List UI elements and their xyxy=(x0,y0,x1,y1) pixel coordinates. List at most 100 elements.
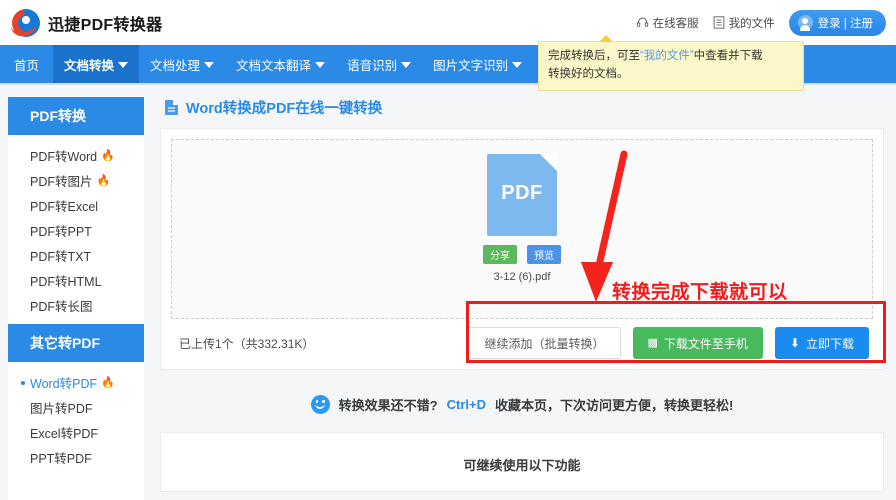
tooltip-text-a: 完成转换后，可至 xyxy=(548,50,640,62)
tooltip-line-1: 完成转换后，可至“我的文件”中查看并下载 xyxy=(548,48,794,66)
user-avatar-icon xyxy=(798,15,813,30)
site-header: 迅捷PDF转换器 在线客服 我的文件 xyxy=(0,0,896,45)
page-title-text: Word转换成PDF在线一键转换 xyxy=(186,97,382,118)
chevron-down-icon xyxy=(118,62,128,68)
sidebar-item-label: Word转PDF xyxy=(30,373,97,392)
sidebar-item-label: PDF转图片 xyxy=(30,171,93,190)
nav-item-doc-process[interactable]: 文档处理 xyxy=(139,45,225,83)
action-button-row: 继续添加（批量转换） ▩ 下载文件至手机 ⬇ 立即下载 xyxy=(468,327,869,359)
nav-label: 文档处理 xyxy=(150,55,200,74)
sidebar-item-excel-to-pdf[interactable]: Excel转PDF xyxy=(8,420,144,445)
fire-icon: 🔥 xyxy=(101,376,115,389)
continue-add-label: 继续添加（批量转换） xyxy=(484,335,604,352)
share-button[interactable]: 分享 xyxy=(483,245,517,264)
upload-card-footer: 已上传1个（共332.31K） 继续添加（批量转换） ▩ 下载文件至手机 ⬇ 立… xyxy=(161,317,883,369)
nav-label: 语音识别 xyxy=(347,55,397,74)
chevron-down-icon xyxy=(315,62,325,68)
upload-card: PDF 分享 预览 3-12 (6).pdf 已上传1个（共332.31K） 继… xyxy=(160,128,884,370)
nav-label: 首页 xyxy=(14,55,39,74)
pdf-type-label: PDF xyxy=(487,182,557,205)
file-list-icon xyxy=(713,16,725,29)
chevron-down-icon xyxy=(401,62,411,68)
sidebar-item-pdf-to-ppt[interactable]: PDF转PPT xyxy=(8,218,144,243)
more-features-card: 可继续使用以下功能 xyxy=(160,432,884,492)
sidebar-item-image-to-pdf[interactable]: 图片转PDF xyxy=(8,395,144,420)
app-root: 迅捷PDF转换器 在线客服 我的文件 xyxy=(0,0,896,500)
bookmark-prompt: 转换效果还不错? Ctrl+D 收藏本页，下次访问更方便，转换更轻松! xyxy=(160,384,884,424)
online-service-label: 在线客服 xyxy=(653,15,699,31)
tooltip-arrow-icon xyxy=(599,35,613,42)
nav-label: 图片文字识别 xyxy=(433,55,508,74)
sidebar-item-label: PDF转TXT xyxy=(30,246,91,265)
chevron-down-icon xyxy=(512,62,522,68)
nav-label: 文档文本翻译 xyxy=(236,55,311,74)
chevron-down-icon xyxy=(204,62,214,68)
sidebar-item-pdf-to-excel[interactable]: PDF转Excel xyxy=(8,193,144,218)
bookmark-prefix: 转换效果还不错? xyxy=(339,395,438,414)
page-title: Word转换成PDF在线一键转换 xyxy=(164,97,884,118)
sidebar-item-word-to-pdf[interactable]: Word转PDF 🔥 xyxy=(8,370,144,395)
sidebar-group-to-pdf: 其它转PDF xyxy=(8,324,144,362)
continue-add-button[interactable]: 继续添加（批量转换） xyxy=(468,327,620,359)
nav-item-doc-translate[interactable]: 文档文本翻译 xyxy=(225,45,336,83)
my-files-label: 我的文件 xyxy=(729,15,775,31)
header-actions: 在线客服 我的文件 登录 | 注册 xyxy=(636,0,886,45)
sidebar-group-pdf-convert: PDF转换 xyxy=(8,97,144,135)
page-fold-corner xyxy=(540,154,557,171)
tooltip-text-b: 中查看并下载 xyxy=(694,50,763,62)
pdf-file-icon: PDF xyxy=(487,154,557,236)
uploaded-file: PDF 分享 预览 3-12 (6).pdf xyxy=(457,154,587,283)
headset-icon xyxy=(636,16,649,29)
file-name: 3-12 (6).pdf xyxy=(457,271,587,283)
conversion-done-annotation: 转换完成下载就可以 xyxy=(612,277,788,304)
sidebar-item-pdf-to-html[interactable]: PDF转HTML xyxy=(8,268,144,293)
bookmark-shortcut: Ctrl+D xyxy=(447,397,486,412)
download-icon: ⬇ xyxy=(790,337,800,349)
sidebar-list-to-pdf: Word转PDF 🔥 图片转PDF Excel转PDF PPT转PDF xyxy=(8,362,144,476)
logo-text: 迅捷PDF转换器 xyxy=(48,11,162,35)
sidebar-list-pdf-convert: PDF转Word 🔥 PDF转图片 🔥 PDF转Excel PDF转PPT PD… xyxy=(8,135,144,324)
download-to-phone-button[interactable]: ▩ 下载文件至手机 xyxy=(633,327,763,359)
document-icon xyxy=(164,99,179,116)
my-files-tooltip: 完成转换后，可至“我的文件”中查看并下载 转换好的文档。 xyxy=(538,41,804,91)
brand-logo-icon xyxy=(12,9,40,37)
sidebar-item-pdf-to-longimage[interactable]: PDF转长图 xyxy=(8,293,144,318)
download-to-phone-label: 下载文件至手机 xyxy=(664,335,748,352)
sidebar-item-pdf-to-txt[interactable]: PDF转TXT xyxy=(8,243,144,268)
sidebar-item-label: PDF转长图 xyxy=(30,296,93,315)
sidebar-item-label: PDF转Excel xyxy=(30,196,98,215)
qr-code-icon: ▩ xyxy=(648,338,658,349)
preview-button[interactable]: 预览 xyxy=(527,245,561,264)
fire-icon: 🔥 xyxy=(97,174,111,187)
nav-item-speech-recognition[interactable]: 语音识别 xyxy=(336,45,422,83)
fire-icon: 🔥 xyxy=(101,149,115,162)
sidebar-item-label: 图片转PDF xyxy=(30,398,93,417)
sidebar-item-ppt-to-pdf[interactable]: PPT转PDF xyxy=(8,445,144,470)
upload-status: 已上传1个（共332.31K） xyxy=(179,335,314,352)
tooltip-line-2: 转换好的文档。 xyxy=(548,66,794,84)
nav-item-ocr[interactable]: 图片文字识别 xyxy=(422,45,533,83)
sidebar-item-label: PDF转Word xyxy=(30,146,97,165)
sidebar: PDF转换 PDF转Word 🔥 PDF转图片 🔥 PDF转Excel PDF转… xyxy=(8,97,144,500)
sidebar-item-label: PDF转PPT xyxy=(30,221,92,240)
tooltip-highlight: “我的文件” xyxy=(640,50,694,62)
nav-item-doc-convert[interactable]: 文档转换 xyxy=(53,45,139,83)
sidebar-item-label: PDF转HTML xyxy=(30,271,102,290)
login-register-label: 登录 | 注册 xyxy=(818,15,873,31)
bookmark-suffix: 收藏本页，下次访问更方便，转换更轻松! xyxy=(495,395,733,414)
sidebar-item-label: Excel转PDF xyxy=(30,423,98,442)
sidebar-item-pdf-to-word[interactable]: PDF转Word 🔥 xyxy=(8,143,144,168)
nav-item-home[interactable]: 首页 xyxy=(0,45,53,83)
nav-label: 文档转换 xyxy=(64,55,114,74)
online-service-link[interactable]: 在线客服 xyxy=(636,15,699,31)
smiley-face-icon xyxy=(311,395,330,414)
login-register-button[interactable]: 登录 | 注册 xyxy=(789,10,886,36)
file-action-chips: 分享 预览 xyxy=(457,245,587,264)
sidebar-item-label: PPT转PDF xyxy=(30,448,92,467)
more-features-title: 可继续使用以下功能 xyxy=(161,455,883,474)
download-now-button[interactable]: ⬇ 立即下载 xyxy=(775,327,869,359)
my-files-link[interactable]: 我的文件 xyxy=(713,15,775,31)
logo[interactable]: 迅捷PDF转换器 xyxy=(12,9,162,37)
sidebar-item-pdf-to-image[interactable]: PDF转图片 🔥 xyxy=(8,168,144,193)
download-now-label: 立即下载 xyxy=(806,335,854,352)
